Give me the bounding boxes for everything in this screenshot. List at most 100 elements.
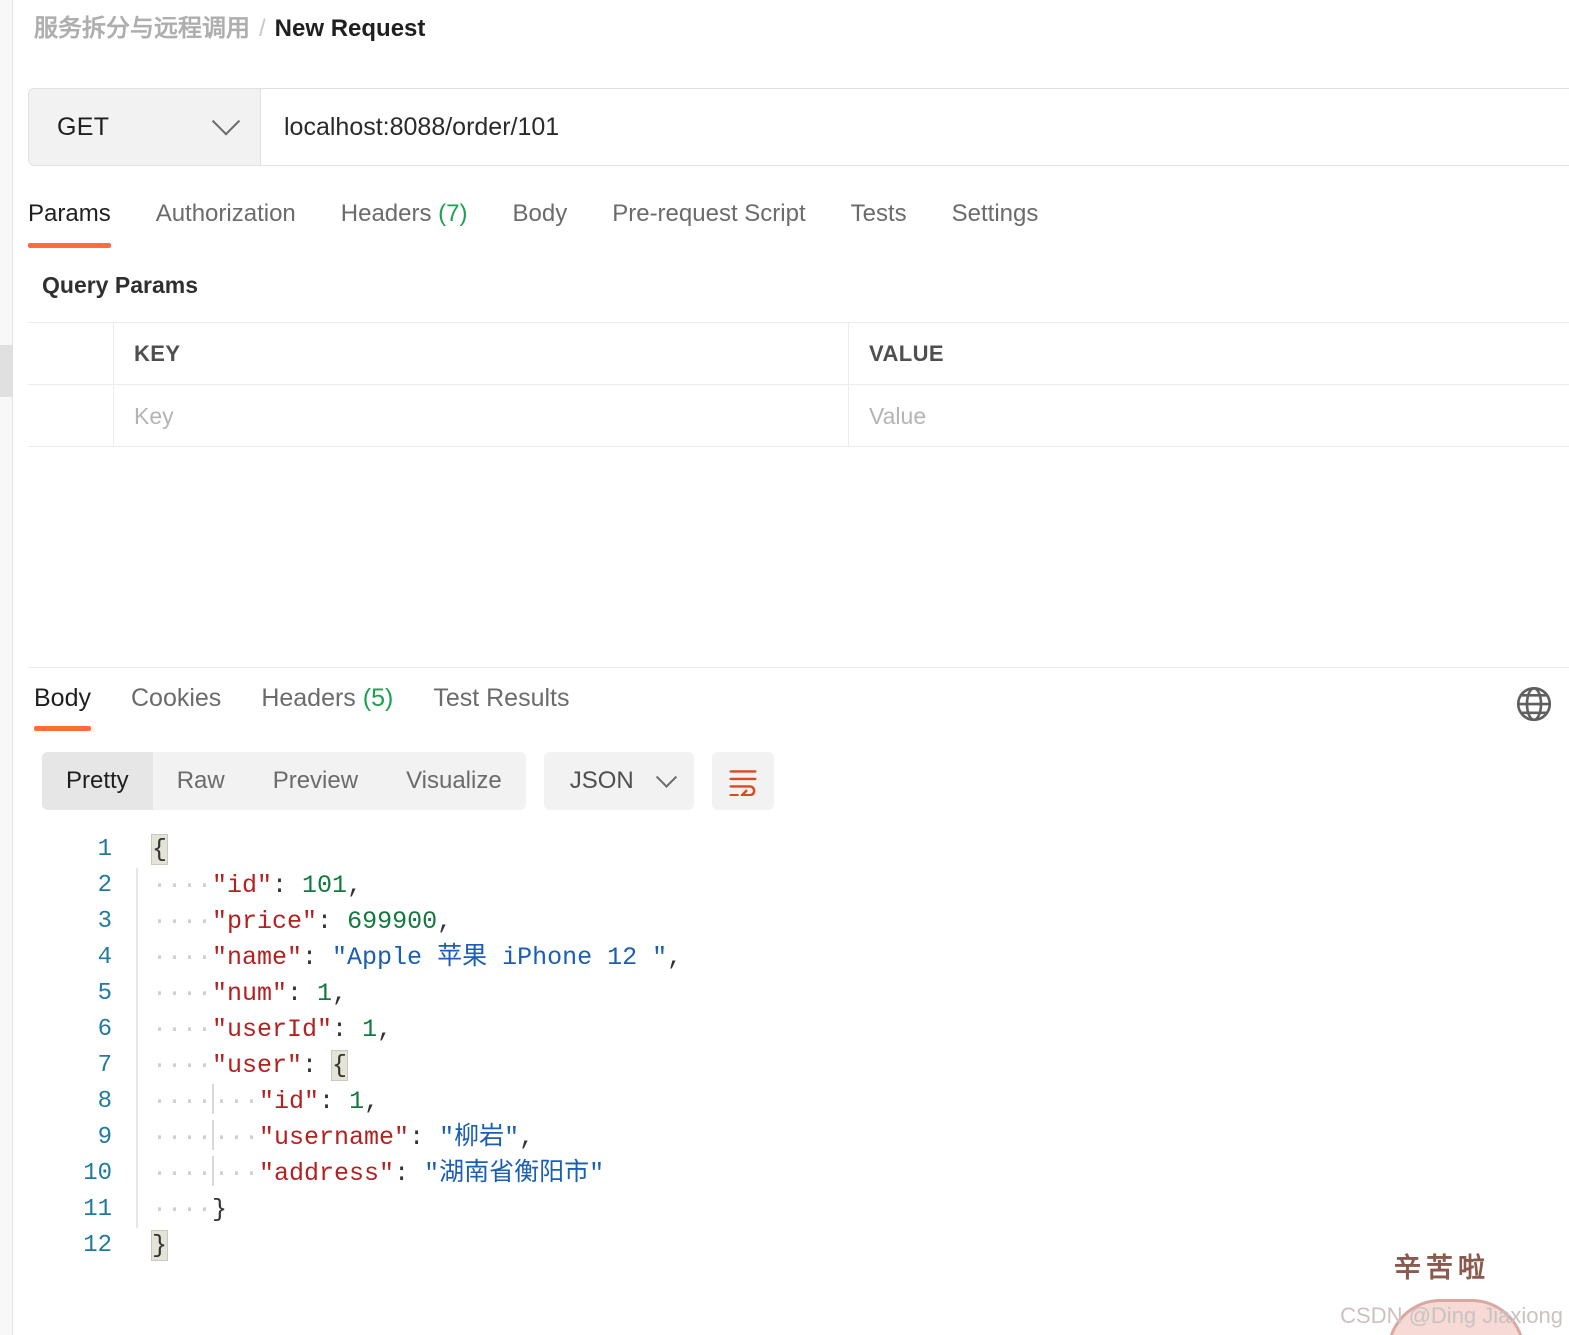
line-number: 10 [83,1160,112,1187]
response-tab-headers[interactable]: Headers (5) [261,682,393,731]
response-body-code[interactable]: 1 { 2 ····"id": 101, 3 ····"price": 6999… [28,832,1569,1335]
indent-guide [136,1156,138,1192]
line-number: 2 [97,872,112,899]
code-text: ·······"id": 1, [148,1084,379,1120]
response-view-segment: Pretty Raw Preview Visualize [42,752,526,810]
code-line: 9 ·······"username": "柳岩", [28,1120,1569,1156]
code-line: 12 } [28,1228,1569,1264]
left-scroll-rail[interactable] [0,0,13,1335]
response-tab-body[interactable]: Body [34,682,91,731]
request-tab-authorization-label: Authorization [155,200,296,227]
response-tab-test-results-label: Test Results [433,684,570,712]
response-tab-test-results[interactable]: Test Results [433,682,569,731]
code-text: ····} [152,1195,228,1224]
breadcrumb-collection[interactable]: 服务拆分与远程调用 [34,15,250,42]
indent-guide [136,1120,138,1156]
code-text: { [150,834,169,865]
line-number: 9 [97,1124,112,1151]
request-tab-headers-label: Headers [340,200,432,227]
response-language-label: JSON [569,767,634,794]
column-header-key: KEY [134,340,181,366]
indent-guide [136,832,138,868]
code-line: 3 ····"price": 699900, [28,904,1569,940]
request-tab-bar: Params Authorization Headers (7) Body Pr… [28,196,1569,254]
response-headers-count: (5) [362,684,394,712]
view-tab-preview-label: Preview [272,767,359,794]
breadcrumb-current[interactable]: New Request [275,15,426,42]
code-line: 1 { [28,832,1569,868]
code-text: ·······"address": "湖南省衡阳市" [148,1156,604,1192]
line-number: 8 [97,1088,112,1115]
response-language-dropdown[interactable]: JSON [543,752,694,810]
code-text: ····"price": 699900, [152,907,453,936]
request-headers-count: (7) [438,200,468,227]
watermark-credit: CSDN @Ding Jiaxiong [1340,1303,1563,1328]
postman-window: 服务拆分与远程调用 / New Request GET localhost:8088… [0,0,1569,1335]
breadcrumb-separator: / [259,15,266,42]
code-line: 10 ·······"address": "湖南省衡阳市" [28,1156,1569,1192]
code-line: 4 ····"name": "Apple 苹果 iPhone 12 ", [28,940,1569,976]
code-text: ····"name": "Apple 苹果 iPhone 12 ", [152,943,683,972]
view-tab-raw[interactable]: Raw [153,752,249,810]
indent-guide [136,1228,138,1264]
line-number: 4 [97,944,112,971]
code-text: ·······"username": "柳岩", [148,1120,534,1156]
key-input-placeholder[interactable]: Key [134,403,174,430]
code-line: 8 ·······"id": 1, [28,1084,1569,1120]
indent-guide [136,1192,138,1228]
request-tab-authorization[interactable]: Authorization [156,196,296,248]
request-tab-tests-label: Tests [850,200,907,227]
watermark-sticker: 辛苦啦 CSDN @Ding Jiaxiong [1339,1240,1569,1335]
request-tab-headers[interactable]: Headers (7) [341,196,468,248]
row-checkbox-cell[interactable] [28,385,114,447]
code-text: ····"user": { [152,1050,349,1081]
code-text: ····"id": 101, [152,871,363,900]
wrap-text-icon[interactable] [711,752,774,810]
response-tab-headers-label: Headers [261,684,356,712]
line-number: 1 [97,836,112,863]
header-value-cell: VALUE [849,323,1569,384]
row-value-cell[interactable]: Value [849,385,1569,447]
response-tab-body-label: Body [34,684,91,712]
request-tab-pre-request-script-label: Pre-request Script [612,200,806,227]
chevron-down-icon [655,766,677,788]
line-number: 3 [97,908,112,935]
value-input-placeholder[interactable]: Value [869,403,926,430]
header-checkbox-cell [28,323,114,384]
globe-icon[interactable] [1513,683,1555,725]
response-format-toolbar: Pretty Raw Preview Visualize JSON [42,752,774,810]
url-bar: GET localhost:8088/order/101 [28,88,1569,166]
line-number: 12 [83,1232,112,1259]
header-key-cell: KEY [114,323,849,384]
request-tab-settings[interactable]: Settings [952,196,1039,248]
http-method-dropdown[interactable]: GET [29,89,261,165]
chevron-down-icon [211,107,241,136]
request-tab-body[interactable]: Body [513,196,568,248]
pane-divider[interactable] [28,667,1569,668]
request-tab-params[interactable]: Params [28,196,111,248]
query-params-table: KEY VALUE Key Value [28,322,1569,447]
view-tab-raw-label: Raw [176,767,225,794]
indent-guide [136,1084,138,1120]
response-tab-cookies[interactable]: Cookies [131,682,221,731]
url-input[interactable]: localhost:8088/order/101 [261,89,1569,165]
view-tab-pretty[interactable]: Pretty [42,752,153,810]
indent-guide [136,1012,138,1048]
request-tab-pre-request-script[interactable]: Pre-request Script [612,196,805,248]
row-key-cell[interactable]: Key [114,385,849,447]
breadcrumb: 服务拆分与远程调用 / New Request [34,12,425,46]
request-tab-tests[interactable]: Tests [851,196,907,248]
view-tab-visualize[interactable]: Visualize [382,752,526,810]
left-scroll-thumb[interactable] [0,345,13,397]
request-tab-params-label: Params [28,200,111,227]
code-line: 2 ····"id": 101, [28,868,1569,904]
request-tab-body-label: Body [512,200,568,227]
request-tab-settings-label: Settings [951,200,1039,227]
code-line: 7 ····"user": { [28,1048,1569,1084]
indent-guide [136,868,138,904]
table-row[interactable]: Key Value [28,385,1569,447]
view-tab-preview[interactable]: Preview [249,752,382,810]
view-tab-visualize-label: Visualize [406,767,502,794]
indent-guide [136,940,138,976]
view-tab-pretty-label: Pretty [66,767,129,794]
